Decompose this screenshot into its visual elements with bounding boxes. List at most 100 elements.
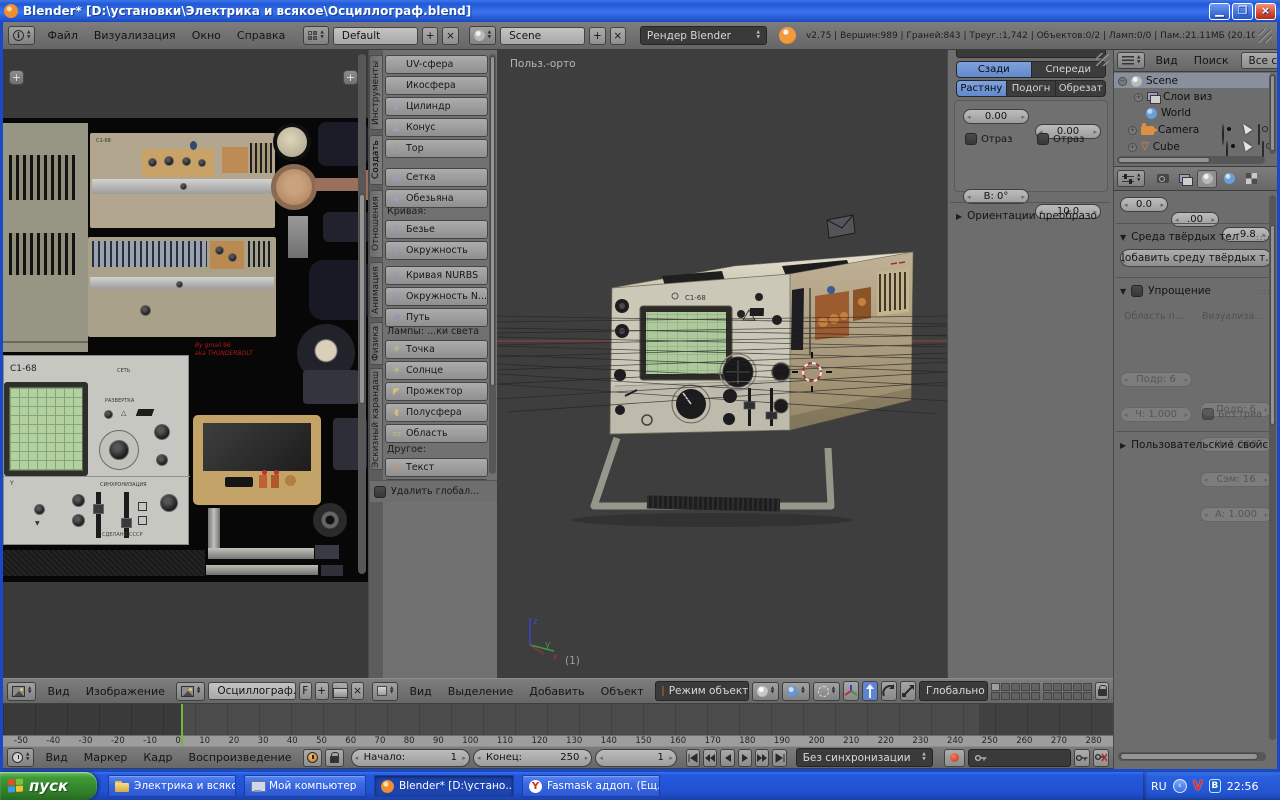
gravity-x-field[interactable]: 0.0 — [1120, 197, 1168, 212]
outliner-row-world[interactable]: World — [1146, 105, 1191, 121]
no-triangulate-checkbox[interactable] — [1202, 408, 1214, 420]
tab-relations[interactable]: Отношения — [369, 190, 383, 258]
play-button[interactable] — [738, 749, 752, 767]
new-image-button[interactable]: + — [315, 682, 329, 700]
uv-menu-item[interactable]: Вид — [39, 685, 77, 698]
add-scene-button[interactable]: + — [589, 27, 605, 45]
lock-frame-button[interactable] — [325, 749, 344, 767]
info-menu-item[interactable]: Файл — [39, 29, 85, 42]
scene-icon-button[interactable]: ▲▼ — [469, 26, 496, 45]
custom-properties-panel[interactable]: ▶Пользовательские свойс — [1120, 439, 1270, 451]
expand-icon[interactable]: − — [1118, 77, 1127, 86]
jump-to-end-button[interactable] — [772, 749, 786, 767]
scale-manipulator-button[interactable] — [900, 681, 916, 701]
delete-scene-button[interactable]: × — [610, 27, 626, 45]
shelf-button[interactable]: ʃБезье — [385, 220, 488, 239]
current-frame-playhead[interactable] — [181, 704, 183, 746]
outliner-hscroll[interactable] — [1117, 156, 1265, 164]
simplify-panel[interactable]: ▼Упрощение — [1120, 285, 1211, 297]
timeline-menu-item[interactable]: Маркер — [76, 751, 136, 764]
tab-tools[interactable]: Инструменты — [369, 55, 383, 130]
mode-dropdown[interactable]: Режим объекта▲▼ — [655, 681, 749, 701]
uv-image-canvas[interactable]: С1-68 — [3, 118, 368, 582]
selectability-icon[interactable] — [1240, 122, 1252, 135]
shelf-button[interactable]: ↗Путь — [385, 308, 488, 327]
minimize-button[interactable]: ▁ — [1209, 3, 1230, 20]
editor-type-selector-image[interactable]: ▲▼ — [7, 682, 36, 701]
info-menu-item[interactable]: Окно — [184, 29, 229, 42]
view3d-menu-item[interactable]: Вид — [401, 685, 439, 698]
selectability-icon[interactable] — [1240, 139, 1252, 152]
fake-user-button[interactable]: F — [299, 682, 312, 700]
properties-vscroll[interactable] — [1269, 195, 1276, 740]
timeline-menu-item[interactable]: Кадр — [135, 751, 180, 764]
simplify-checkbox[interactable] — [1131, 285, 1143, 297]
shelf-button[interactable]: ◎UV-сфера — [385, 55, 488, 74]
shelf-button[interactable]: ◤Прожектор — [385, 382, 488, 401]
transform-orientations-panel[interactable]: ▶Ориентации преобразо — [956, 210, 1110, 222]
view3d-menu-item[interactable]: Объект — [593, 685, 652, 698]
tab-physics[interactable]: Физика — [369, 322, 383, 365]
record-button[interactable] — [944, 749, 965, 767]
toggle-fit[interactable]: Подогн — [1007, 80, 1057, 97]
corner-grip-icon[interactable] — [1259, 29, 1272, 43]
properties-hscroll[interactable] — [1118, 752, 1266, 761]
window-titlebar[interactable]: Blender* [D:\установки\Электрика и всяко… — [0, 0, 1280, 22]
expand-icon[interactable]: + — [1128, 126, 1137, 135]
shelf-button[interactable]: ◖Полусфера — [385, 403, 488, 422]
timeline-ruler[interactable]: -50-40-30-20-100102030405060708090100110… — [3, 735, 1113, 746]
task-blender[interactable]: Blender* [D:\устано... — [374, 775, 514, 797]
outliner-row-camera[interactable]: + Camera — [1128, 122, 1199, 138]
layers-widget[interactable] — [991, 683, 1040, 700]
uv-menu-item[interactable]: Изображение — [78, 685, 173, 698]
translate-manipulator-button[interactable] — [862, 681, 878, 701]
toggle-front[interactable]: Спереди — [1032, 61, 1107, 78]
renderability-icon[interactable] — [1258, 124, 1260, 145]
preview-range-button[interactable] — [303, 749, 322, 767]
timeline-menu-item[interactable]: Вид — [37, 751, 75, 764]
viewport-3d[interactable]: С1-68 — [497, 50, 947, 678]
orientation-dropdown[interactable]: Глобально▲▼ — [919, 681, 988, 701]
previous-keyframe-button[interactable] — [703, 749, 717, 767]
add-rigid-body-world-button[interactable]: Добавить среду твёрдых т... — [1120, 249, 1272, 267]
tab-render-layers[interactable] — [1175, 170, 1195, 188]
toggle-back[interactable]: Сзади — [956, 61, 1032, 78]
outliner-row-scene[interactable]: − Scene — [1118, 73, 1178, 89]
uv-image-editor[interactable]: + + С1-68 — [3, 50, 368, 678]
current-frame-field[interactable]: 1 — [595, 749, 677, 767]
hide-icons-chevron[interactable]: ‹ — [1173, 779, 1187, 793]
screen-layout-icon-button[interactable]: ▲▼ — [303, 26, 328, 45]
shelf-button[interactable]: ○Окружность — [385, 241, 488, 260]
corner-grip-icon[interactable] — [1096, 53, 1109, 66]
tab-animation[interactable]: Анимация — [369, 262, 383, 318]
clipped-field[interactable] — [956, 50, 1106, 58]
tab-grease-pencil[interactable]: Эскизный карандаш — [369, 368, 383, 470]
layers-widget-2[interactable] — [1043, 683, 1092, 700]
editor-type-selector-properties[interactable]: ▲▼ — [1117, 170, 1145, 187]
close-button[interactable]: × — [1255, 3, 1276, 20]
antivirus-tray-icon[interactable]: V — [1193, 779, 1203, 794]
play-reverse-button[interactable] — [720, 749, 734, 767]
shelf-button[interactable]: ▭Область — [385, 424, 488, 443]
rigid-body-world-panel[interactable]: ▼Среда твёрдых тел — [1120, 231, 1252, 243]
rn-samples-field[interactable]: Сэм: 16 — [1200, 472, 1272, 487]
proportional-edit-dropdown[interactable]: ▲▼ — [813, 682, 840, 701]
sync-dropdown[interactable]: Без синхронизации▲▼ — [796, 748, 933, 767]
timeline-menu-item[interactable]: Воспроизведение — [181, 751, 300, 764]
shelf-button[interactable]: ◯Тор — [385, 139, 488, 158]
task-my-computer[interactable]: Мой компьютер — [244, 775, 366, 797]
task-browser[interactable]: Y Fasmask аддоп. (Ещ... — [522, 775, 660, 797]
view3d-menu-item[interactable]: Добавить — [521, 685, 592, 698]
expand-region-left-button[interactable]: + — [9, 70, 24, 85]
manipulator-axes-button[interactable] — [843, 681, 859, 701]
delete-keyframe-button[interactable] — [1093, 749, 1109, 767]
start-button[interactable]: пуск — [0, 772, 97, 800]
task-folder-window[interactable]: Электрика и всякое — [108, 775, 236, 797]
timeline[interactable]: -50-40-30-20-100102030405060708090100110… — [3, 704, 1113, 746]
maximize-button[interactable]: ❐ — [1232, 3, 1253, 20]
editor-type-selector-timeline[interactable]: ▲▼ — [7, 748, 34, 767]
open-image-button[interactable] — [332, 682, 348, 700]
scene-field[interactable]: Scene — [500, 27, 585, 45]
offset-x-field[interactable]: 0.00 — [963, 109, 1029, 124]
jump-to-start-button[interactable] — [686, 749, 700, 767]
